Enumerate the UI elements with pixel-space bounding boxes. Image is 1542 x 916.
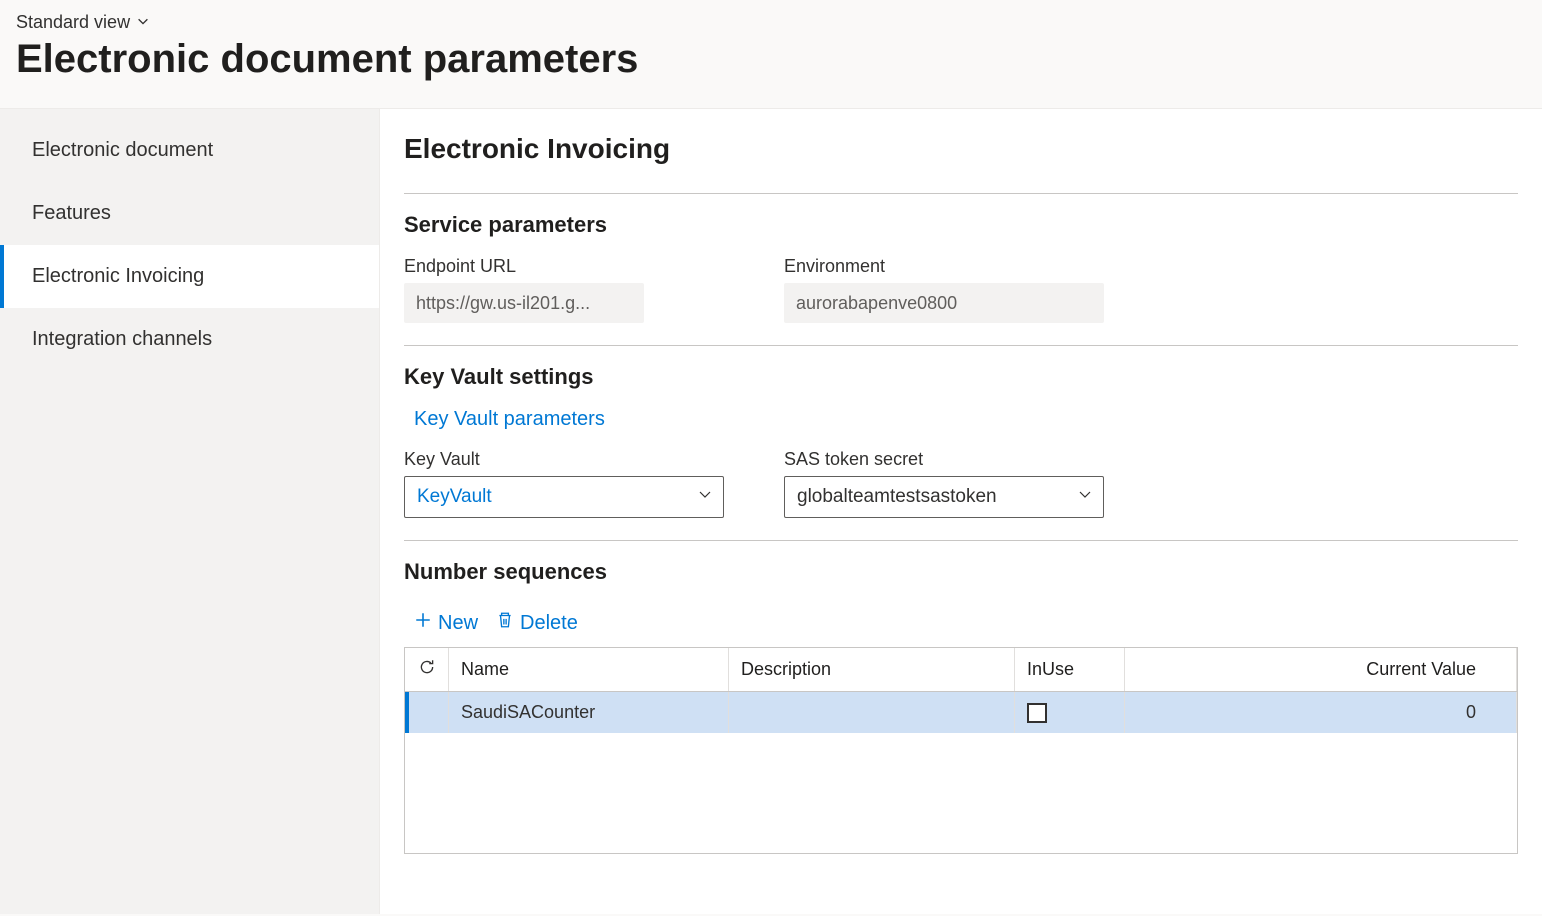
key-vault-parameters-link[interactable]: Key Vault parameters [414,408,605,431]
field-label: Endpoint URL [404,256,724,277]
environment-value: aurorabapenve0800 [784,283,1104,323]
section-number-sequences: Number sequences New Delete [404,540,1518,876]
row-selector[interactable] [409,692,449,733]
key-vault-select[interactable]: KeyVault [404,476,724,518]
sidebar-item-features[interactable]: Features [0,182,379,245]
button-label: Delete [520,612,578,635]
sidebar-item-label: Integration channels [32,328,212,350]
refresh-column-header[interactable] [405,648,449,691]
field-endpoint-url: Endpoint URL https://gw.us-il201.g... [404,256,724,323]
col-header-current-value[interactable]: Current Value [1125,648,1517,691]
sidebar-item-label: Electronic document [32,139,213,161]
main-content: Electronic Invoicing Service parameters … [380,109,1542,914]
table-row[interactable]: SaudiSACounter 0 [405,692,1517,733]
trash-icon [496,611,514,635]
field-sas-token: SAS token secret globalteamtestsastoken [784,449,1104,518]
grid-toolbar: New Delete [404,603,1518,647]
sidebar-item-electronic-invoicing[interactable]: Electronic Invoicing [0,245,379,308]
col-header-description[interactable]: Description [729,648,1015,691]
chevron-down-icon [136,12,150,33]
select-value: KeyVault [417,486,492,508]
grid-empty-area [405,733,1517,853]
sidebar-item-label: Electronic Invoicing [32,265,204,287]
sidebar-item-label: Features [32,202,111,224]
checkbox-icon[interactable] [1027,703,1047,723]
delete-button[interactable]: Delete [496,611,578,635]
refresh-icon [418,658,436,681]
cell-name[interactable]: SaudiSACounter [449,692,729,733]
endpoint-url-value: https://gw.us-il201.g... [404,283,644,323]
col-header-inuse[interactable]: InUse [1015,648,1125,691]
main-title: Electronic Invoicing [404,133,1518,165]
field-label: Key Vault [404,449,724,470]
new-button[interactable]: New [414,611,478,635]
sidebar-item-electronic-document[interactable]: Electronic document [0,119,379,182]
section-title: Service parameters [404,212,1518,238]
view-toggle-label: Standard view [16,12,130,33]
view-toggle[interactable]: Standard view [16,12,150,33]
cell-description[interactable] [729,692,1015,733]
section-key-vault: Key Vault settings Key Vault parameters … [404,345,1518,540]
chevron-down-icon [697,486,713,508]
field-label: Environment [784,256,1104,277]
cell-inuse[interactable] [1015,692,1125,733]
plus-icon [414,611,432,635]
cell-current-value[interactable]: 0 [1125,692,1517,733]
grid-header-row: Name Description InUse Current Value [405,648,1517,692]
field-environment: Environment aurorabapenve0800 [784,256,1104,323]
section-title: Number sequences [404,559,1518,585]
number-sequences-grid: Name Description InUse Current Value Sau… [404,647,1518,854]
section-service-parameters: Service parameters Endpoint URL https://… [404,193,1518,345]
page-title: Electronic document parameters [16,37,1526,82]
col-header-name[interactable]: Name [449,648,729,691]
sas-token-select[interactable]: globalteamtestsastoken [784,476,1104,518]
field-key-vault: Key Vault KeyVault [404,449,724,518]
select-value: globalteamtestsastoken [797,486,997,508]
section-title: Key Vault settings [404,364,1518,390]
field-label: SAS token secret [784,449,1104,470]
chevron-down-icon [1077,486,1093,508]
sidebar-item-integration-channels[interactable]: Integration channels [0,308,379,371]
sidebar: Electronic document Features Electronic … [0,109,380,914]
button-label: New [438,612,478,635]
